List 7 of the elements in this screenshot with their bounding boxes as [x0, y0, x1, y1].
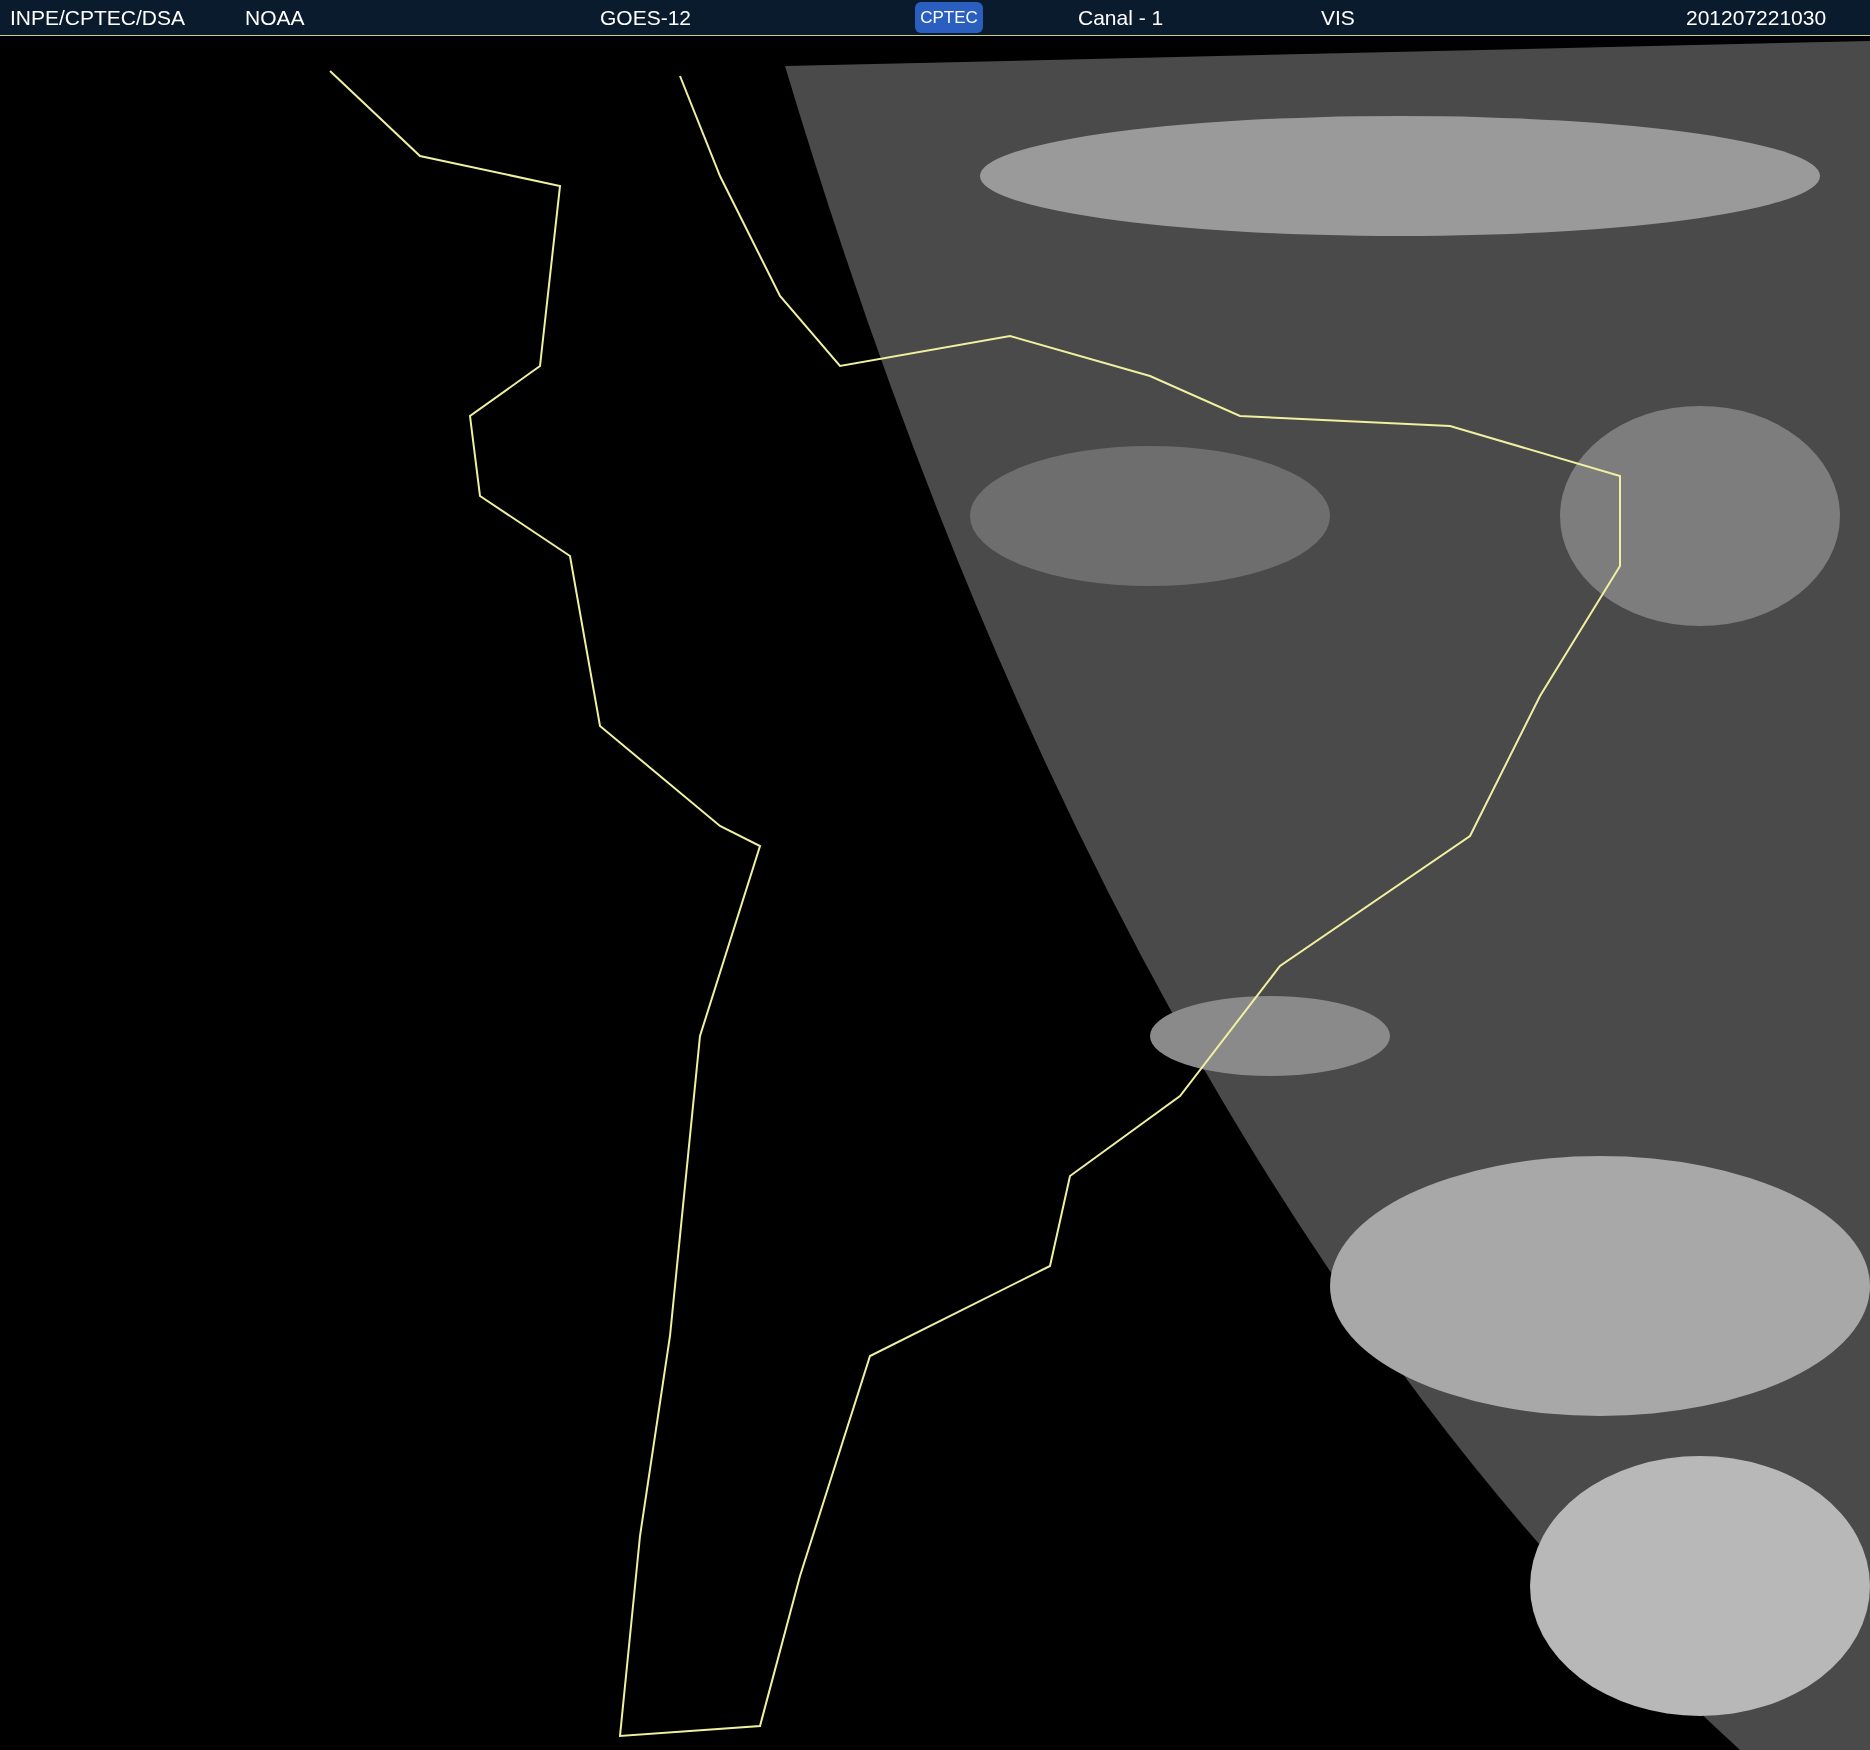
satellite-label: GOES-12: [600, 7, 693, 28]
source-label: INPE/CPTEC/DSA: [10, 7, 187, 28]
timestamp-label: 201207221030: [1686, 7, 1827, 28]
agency-label: NOAA: [245, 7, 306, 28]
logo: CPTEC: [915, 2, 983, 33]
band-label: VIS: [1321, 7, 1356, 28]
channel-label: Canal - 1: [1078, 7, 1165, 28]
